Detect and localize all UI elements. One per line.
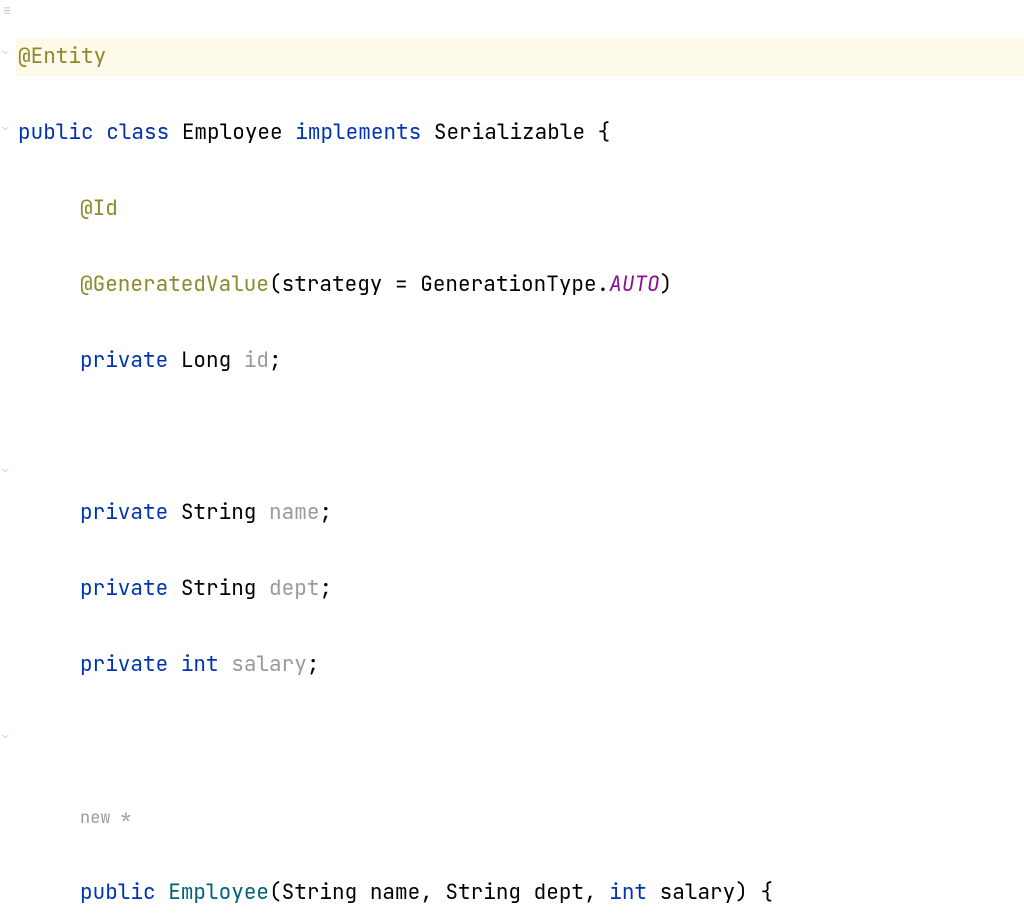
type: String [181,499,257,526]
code-line[interactable]: private int salary; [16,646,1024,684]
code-line[interactable]: private String dept; [16,570,1024,608]
dot: . [597,271,610,298]
interface-name: Serializable [434,119,585,146]
code-editor[interactable]: ≡ ⌄ ⌄ ⌄ ⌄ @Entity public class Employee … [0,0,1024,918]
fold-toggle-icon[interactable]: ⌄ [2,464,9,475]
keyword: public [80,879,156,906]
code-line[interactable]: public Employee(String name, String dept… [16,874,1024,912]
keyword: int [609,879,647,906]
type: Long [181,347,231,374]
blank [18,727,31,754]
code-line[interactable]: private Long id; [16,342,1024,380]
class-name: Employee [182,119,283,146]
brace: { [585,119,610,146]
annotation: @Id [80,195,118,222]
annotation: @Entity [18,43,106,70]
constructor-name: Employee [168,879,269,906]
field-name: dept [269,575,319,602]
operator: = [382,271,420,298]
code-line[interactable]: private String name; [16,494,1024,532]
enum-constant: AUTO [609,271,659,298]
code-line[interactable] [16,418,1024,456]
field-name: name [269,499,319,526]
params: (String name, String dept, [269,879,609,906]
gutter: ≡ ⌄ ⌄ ⌄ ⌄ [0,0,16,918]
keyword: private [80,347,168,374]
code-line[interactable]: new * [16,798,1024,836]
code-line[interactable] [16,722,1024,760]
keyword: implements [295,119,421,146]
fold-toggle-icon[interactable]: ⌄ [2,122,9,133]
code-area[interactable]: @Entity public class Employee implements… [16,0,1024,918]
code-line[interactable]: public class Employee implements Seriali… [16,114,1024,152]
blank [18,423,31,450]
fold-toggle-icon[interactable]: ⌄ [2,46,9,57]
code-line[interactable]: @GeneratedValue(strategy = GenerationTyp… [16,266,1024,304]
paren: ( [269,271,282,298]
type-ref: GenerationType [420,271,596,298]
keyword: private [80,651,168,678]
keyword: public [18,119,94,146]
param-name: strategy [282,271,383,298]
field-name: id [244,347,269,374]
semicolon: ; [319,499,332,526]
inlay-hint: new * [80,807,131,829]
keyword: private [80,575,168,602]
params: salary) { [647,879,773,906]
type: int [181,651,219,678]
keyword: class [106,119,169,146]
type: String [181,575,257,602]
semicolon: ; [319,575,332,602]
fold-toggle-icon[interactable]: ⌄ [2,730,9,741]
keyword: private [80,499,168,526]
semicolon: ; [269,347,282,374]
paren: ) [660,271,673,298]
code-line[interactable]: @Id [16,190,1024,228]
semicolon: ; [307,651,320,678]
annotation: @GeneratedValue [80,271,269,298]
field-name: salary [231,651,307,678]
code-line[interactable]: @Entity [16,38,1024,76]
intention-bulb-icon[interactable]: ≡ [3,2,11,20]
